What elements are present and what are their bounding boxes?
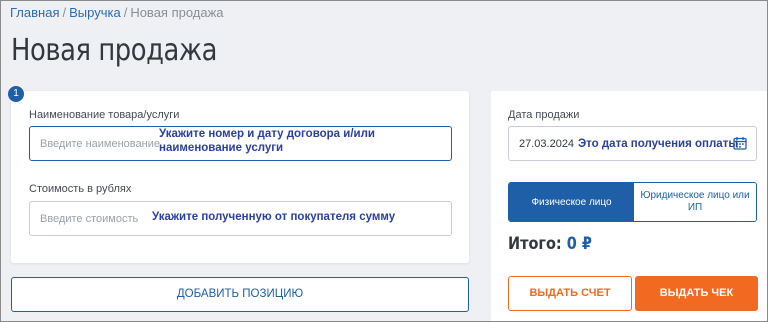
- price-label: Стоимость в рублях: [29, 183, 132, 195]
- app-frame: Главная / Выручка / Новая продажа Новая прод…: [0, 0, 768, 322]
- breadcrumb-separator: /: [62, 5, 67, 20]
- sale-date-label: Дата продажи: [508, 109, 580, 121]
- breadcrumb: Главная / Выручка / Новая продажа: [10, 5, 224, 20]
- breadcrumb-current: Новая продажа: [130, 5, 224, 20]
- customer-type-individual[interactable]: Физическое лицо: [509, 183, 634, 221]
- item-name-placeholder: Введите наименование: [40, 138, 160, 150]
- item-name-hint: Укажите номер и дату договора и/или наим…: [159, 128, 375, 154]
- breadcrumb-home[interactable]: Главная: [10, 5, 59, 20]
- issue-invoice-button[interactable]: ВЫДАТЬ СЧЕТ: [508, 276, 632, 311]
- item-name-label: Наименование товара/услуги: [29, 109, 180, 121]
- breadcrumb-revenue[interactable]: Выручка: [69, 5, 121, 20]
- customer-type-toggle: Физическое лицо Юридическое лицо или ИП: [508, 182, 757, 222]
- total-value: 0 ₽: [566, 234, 592, 254]
- add-position-button[interactable]: ДОБАВИТЬ ПОЗИЦИЮ: [11, 277, 469, 312]
- price-hint: Укажите полученную от покупателя сумму: [152, 211, 396, 223]
- page-title: Новая продажа: [11, 33, 218, 68]
- customer-type-legal-entity[interactable]: Юридическое лицо или ИП: [634, 183, 756, 221]
- sale-date-hint: Это дата получения оплаты: [578, 138, 739, 150]
- total-label: Итого:: [508, 234, 562, 254]
- sale-date-value: 27.03.2024: [519, 138, 575, 150]
- step-badge: 1: [8, 86, 24, 102]
- total-summary: Итого: 0 ₽: [508, 234, 592, 254]
- breadcrumb-separator: /: [123, 5, 128, 20]
- price-placeholder: Введите стоимость: [40, 213, 139, 225]
- issue-receipt-button[interactable]: ВЫДАТЬ ЧЕК: [635, 276, 758, 311]
